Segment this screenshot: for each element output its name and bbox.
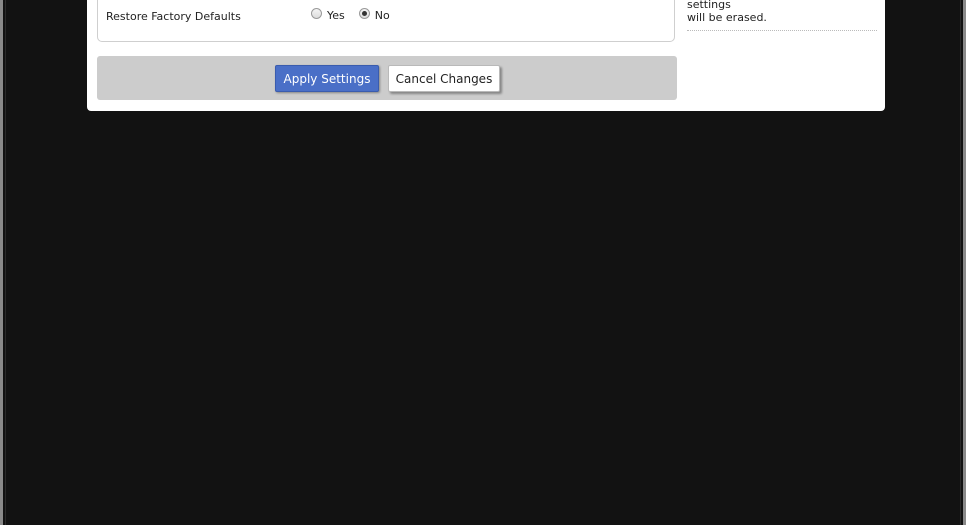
button-bar: Apply Settings Cancel Changes	[97, 56, 677, 100]
help-text: factory defaults. All of your settings w…	[687, 0, 877, 31]
window-frame: Restore Factory Defaults Yes No factory …	[0, 0, 966, 525]
settings-box: Restore Factory Defaults Yes No	[97, 0, 675, 42]
restore-yes-radio[interactable]	[311, 8, 322, 19]
restore-yes-label[interactable]: Yes	[327, 9, 345, 22]
restore-defaults-label: Restore Factory Defaults	[106, 10, 241, 23]
help-text-line-1: factory defaults. All of your settings	[687, 0, 731, 11]
apply-settings-button[interactable]: Apply Settings	[275, 65, 379, 92]
help-text-line-2: will be erased.	[687, 11, 767, 24]
restore-no-label[interactable]: No	[375, 9, 390, 22]
restore-defaults-radio-group: Yes No	[311, 8, 404, 22]
cancel-changes-button[interactable]: Cancel Changes	[388, 65, 500, 92]
restore-no-radio[interactable]	[358, 8, 370, 19]
content-panel: Restore Factory Defaults Yes No factory …	[87, 0, 885, 111]
